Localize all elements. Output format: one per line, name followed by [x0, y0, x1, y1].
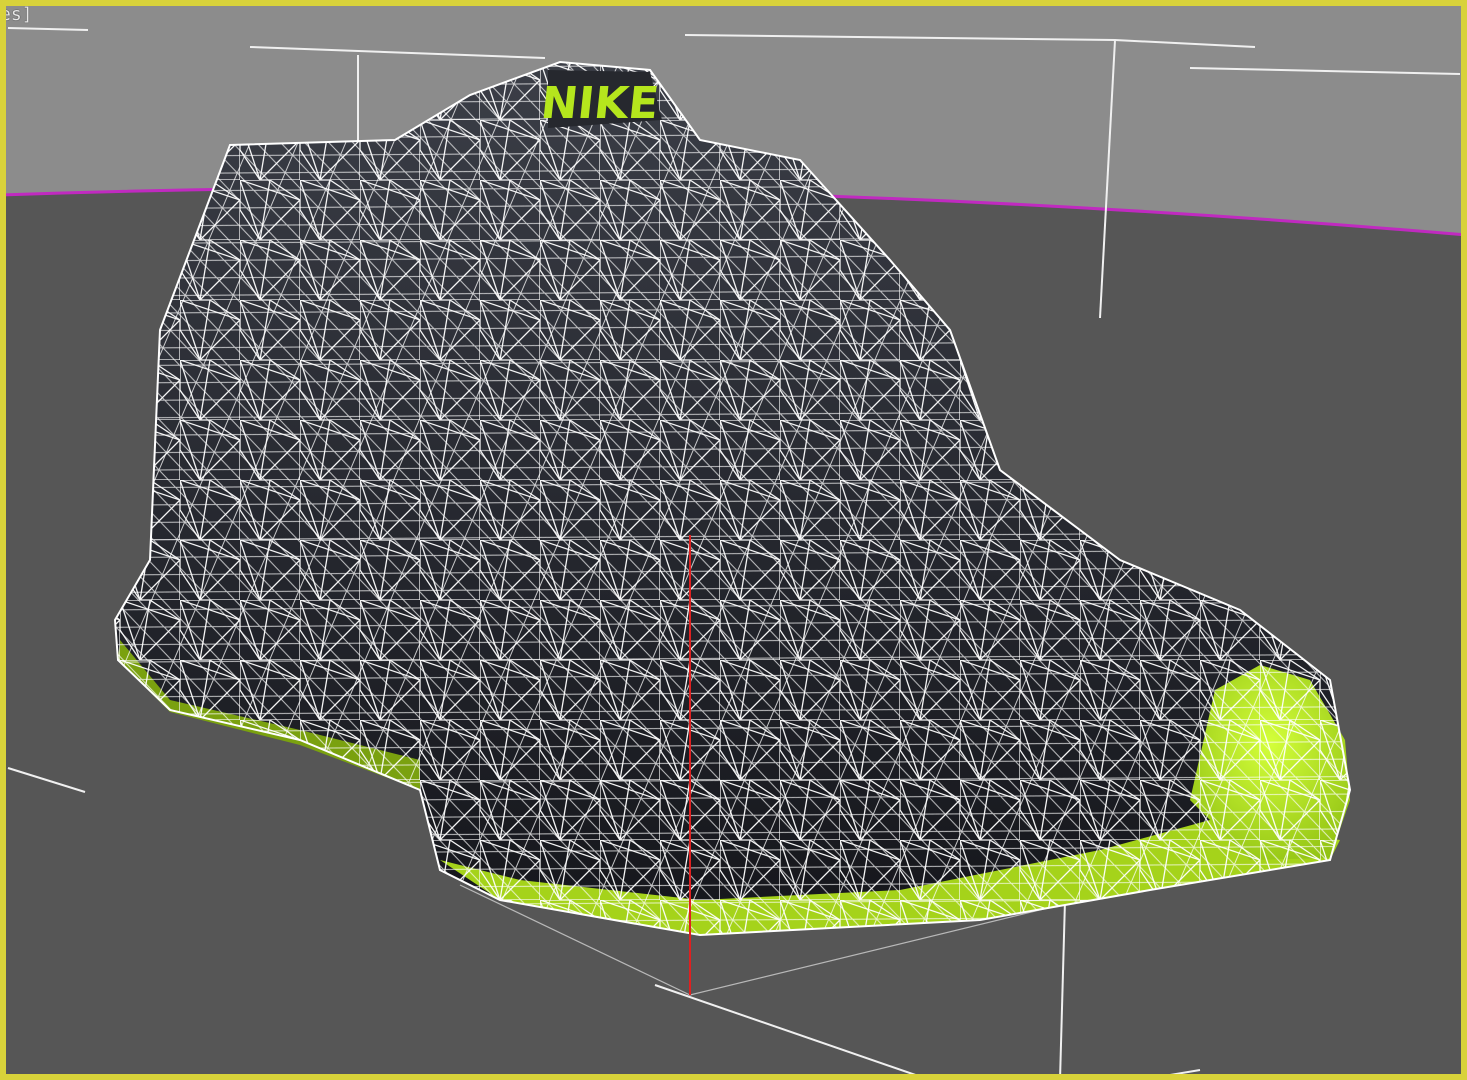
tongue-logo-badge: NIKE [538, 70, 662, 129]
tongue-logo-text: NIKE [538, 78, 661, 129]
perspective-viewport[interactable]: NIKE es] [0, 0, 1467, 1080]
viewport-label[interactable]: es] [0, 4, 37, 26]
viewport-scene[interactable]: NIKE [0, 0, 1467, 1080]
